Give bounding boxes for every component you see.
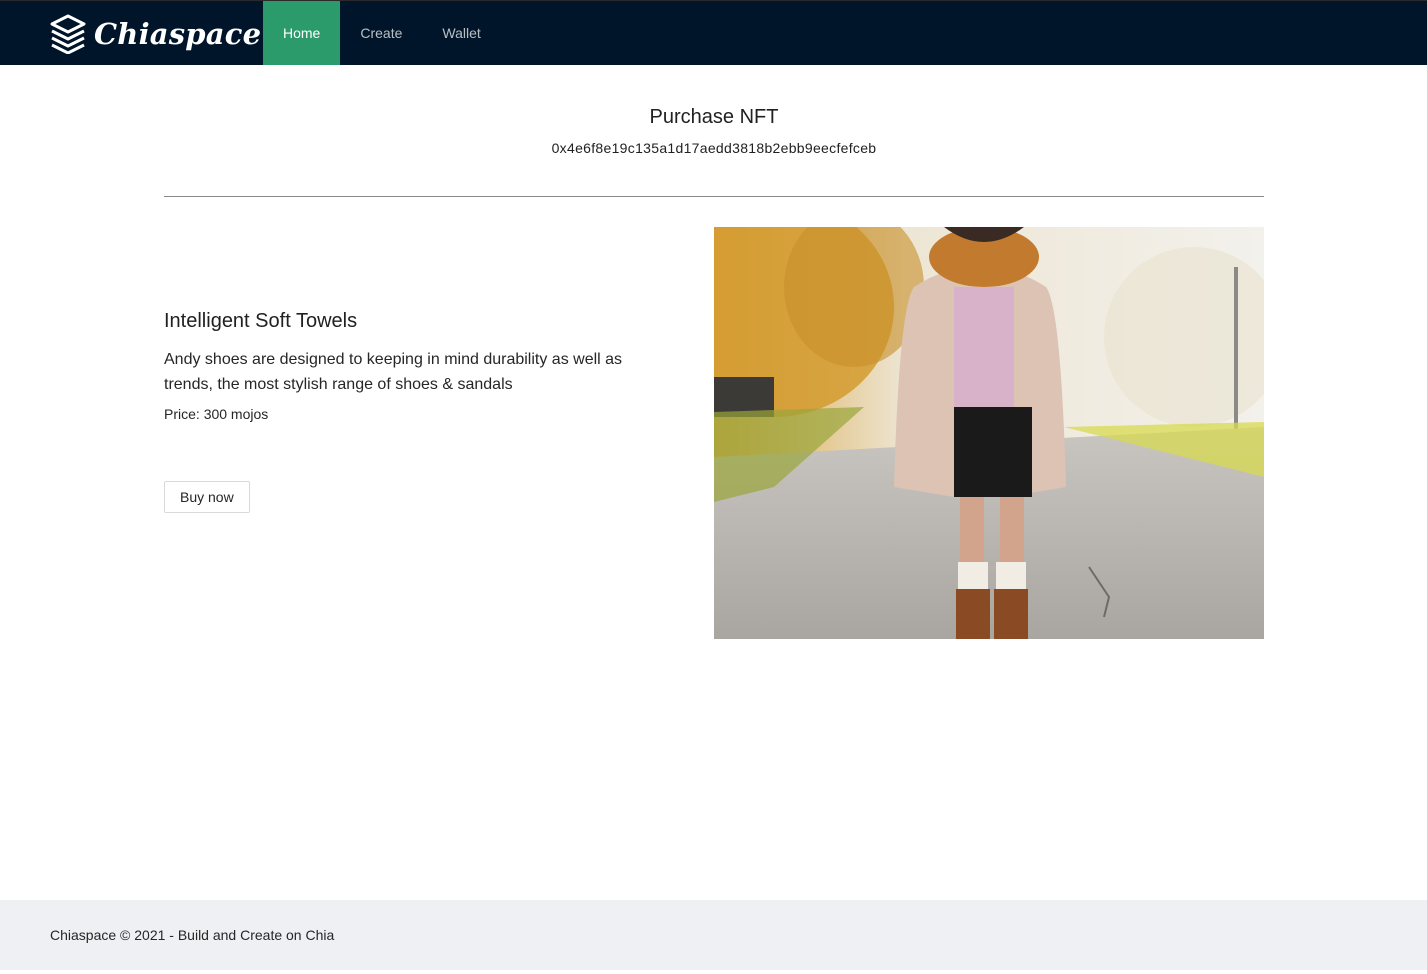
- nav-create[interactable]: Create: [340, 1, 422, 65]
- product-price: Price: 300 mojos: [164, 406, 664, 422]
- buy-now-button[interactable]: Buy now: [164, 481, 250, 513]
- purchase-header: Purchase NFT 0x4e6f8e19c135a1d17aedd3818…: [164, 100, 1264, 156]
- price-label: Price:: [164, 406, 200, 422]
- main-menu: Home Create Wallet: [263, 1, 501, 65]
- footer: Chiaspace © 2021 - Build and Create on C…: [0, 900, 1428, 970]
- price-value: 300 mojos: [203, 406, 269, 422]
- page-title: Purchase NFT: [649, 106, 779, 128]
- nft-image: [714, 227, 1264, 639]
- product-description: Andy shoes are designed to keeping in mi…: [164, 351, 623, 393]
- stack-layers-icon: [50, 14, 86, 54]
- nav-home[interactable]: Home: [263, 1, 341, 65]
- top-navbar: Chiaspace Home Create Wallet: [0, 0, 1428, 65]
- divider: [164, 196, 1264, 197]
- product-name: Intelligent Soft Towels: [164, 310, 358, 332]
- footer-text: Chiaspace © 2021 - Build and Create on C…: [50, 927, 335, 943]
- brand-logo[interactable]: Chiaspace: [50, 14, 261, 54]
- nft-id: 0x4e6f8e19c135a1d17aedd3818b2ebb9eecfefc…: [551, 140, 877, 156]
- product-info: Intelligent Soft Towels Andy shoes are d…: [164, 310, 664, 513]
- brand-name: Chiaspace: [94, 17, 262, 51]
- nav-wallet[interactable]: Wallet: [422, 1, 500, 65]
